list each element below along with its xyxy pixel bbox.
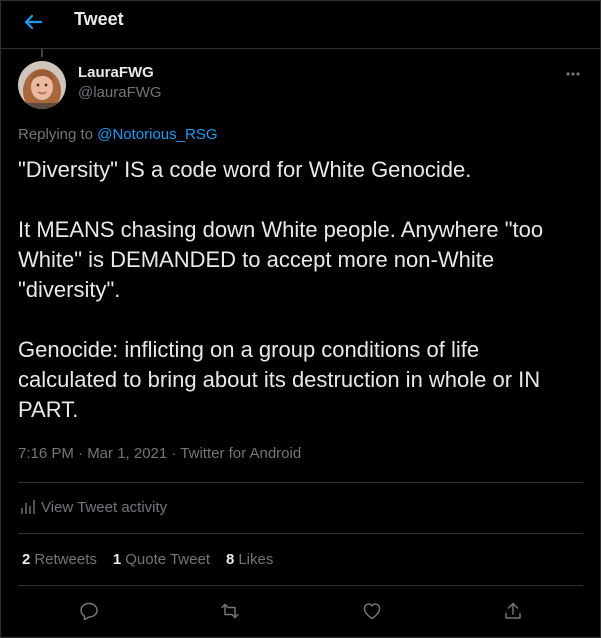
quote-tweets-stat[interactable]: 1 Quote Tweet — [113, 551, 210, 568]
retweets-count: 2 — [22, 551, 31, 568]
bar-chart-icon — [18, 498, 36, 516]
author-handle[interactable]: @lauraFWG — [78, 84, 162, 101]
avatar[interactable] — [18, 61, 66, 109]
view-tweet-activity-label: View Tweet activity — [41, 498, 168, 516]
reply-icon[interactable] — [78, 600, 100, 622]
arrow-left-icon[interactable] — [21, 10, 45, 34]
divider — [18, 482, 583, 483]
share-icon[interactable] — [502, 600, 524, 622]
quote-tweets-label: Quote Tweet — [125, 551, 210, 568]
likes-label: Likes — [238, 551, 274, 568]
replying-to-label: Replying to — [18, 126, 94, 143]
tweet-stats: 2 Retweets 1 Quote Tweet 8 Likes — [22, 551, 289, 568]
view-tweet-activity-link[interactable]: View Tweet activity — [18, 498, 167, 516]
tweet-paragraph: "Diversity" IS a code word for White Gen… — [18, 157, 472, 182]
page-header: Tweet — [0, 0, 601, 49]
divider — [18, 585, 583, 586]
author-display-name[interactable]: LauraFWG — [78, 64, 154, 81]
like-icon[interactable] — [361, 600, 383, 622]
divider — [18, 533, 583, 534]
tweet-paragraph: Genocide: inflicting on a group conditio… — [18, 337, 541, 422]
more-options-icon[interactable] — [563, 64, 583, 84]
retweets-label: Retweets — [34, 551, 97, 568]
quote-tweets-count: 1 — [112, 551, 122, 568]
retweet-icon[interactable] — [219, 600, 241, 622]
retweets-stat[interactable]: 2 Retweets — [22, 551, 97, 568]
likes-count: 8 — [226, 551, 235, 568]
replying-to: Replying to @Notorious_RSG — [18, 126, 218, 143]
tweet-text: "Diversity" IS a code word for White Gen… — [18, 155, 583, 425]
tweet-paragraph: It MEANS chasing down White people. Anyw… — [18, 217, 544, 302]
tweet-timestamp-source[interactable]: 7:16 PM · Mar 1, 2021 · Twitter for Andr… — [18, 445, 301, 462]
likes-stat[interactable]: 8 Likes — [226, 551, 273, 568]
replying-to-mention-link[interactable]: @Notorious_RSG — [97, 126, 217, 143]
page-title: Tweet — [74, 9, 124, 29]
thread-connector-line — [41, 49, 43, 57]
